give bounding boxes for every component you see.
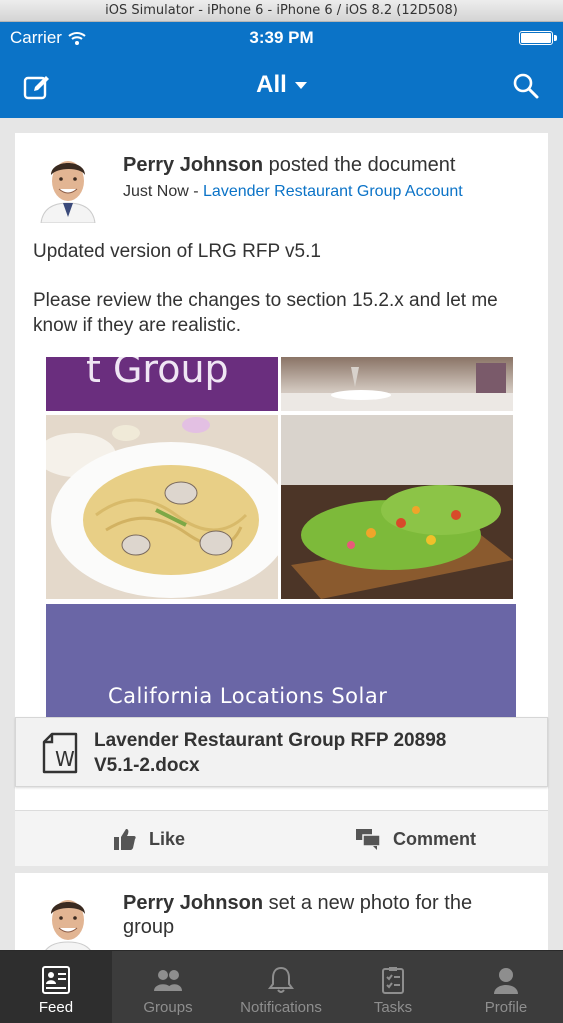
word-document-icon: W [42, 732, 78, 774]
document-preview[interactable]: t Group California Locations Solar [15, 357, 548, 717]
post-timestamp: Just Now [123, 183, 189, 200]
preview-pasta-image [46, 415, 278, 599]
like-label: Like [149, 828, 186, 849]
post-header: Perry Johnson set a new photo for the gr… [123, 891, 528, 939]
preview-header-tile: t Group [46, 357, 278, 411]
preview-header-text: t Group [86, 357, 229, 391]
preview-salad-image [281, 415, 513, 599]
preview-banner-text: California Locations Solar [108, 684, 388, 708]
post-body: Updated version of LRG RFP v5.1 Please r… [33, 239, 530, 338]
feed-icon [42, 966, 70, 994]
attachment-file[interactable]: W Lavender Restaurant Group RFP 20898 V5… [15, 717, 548, 787]
navigation-bar: All [0, 54, 563, 118]
post-body-line: Please review the changes to section 15.… [33, 290, 498, 336]
tab-label: Profile [484, 999, 528, 1016]
status-bar: Carrier 3:39 PM [0, 22, 563, 54]
post-meta: Just Now - Lavender Restaurant Group Acc… [123, 183, 528, 201]
tab-label: Notifications [240, 999, 322, 1016]
preview-table-image [281, 357, 513, 411]
post-author[interactable]: Perry Johnson [123, 154, 263, 176]
svg-text:W: W [55, 747, 75, 771]
search-icon[interactable] [511, 71, 541, 101]
profile-icon [494, 968, 518, 994]
post-action: posted the document [263, 154, 456, 176]
feed-filter-label: All [256, 71, 287, 98]
feed-filter-dropdown[interactable]: All [0, 71, 563, 99]
attachment-filename: Lavender Restaurant Group RFP 20898 V5.1… [94, 730, 447, 776]
tab-notifications[interactable]: Notifications [225, 951, 337, 1023]
tab-tasks[interactable]: Tasks [337, 951, 449, 1023]
post-headline: Perry Johnson set a new photo for the gr… [123, 891, 528, 939]
preview-banner: California Locations Solar [46, 604, 516, 717]
comment-label: Comment [393, 828, 477, 849]
tab-label: Tasks [373, 999, 413, 1016]
groups-icon [154, 970, 182, 991]
post-headline: Perry Johnson posted the document [123, 153, 528, 177]
feed-list[interactable]: Perry Johnson posted the document Just N… [0, 118, 563, 950]
chevron-down-icon [294, 82, 307, 90]
bell-icon [268, 966, 294, 993]
tab-groups[interactable]: Groups [112, 951, 224, 1023]
post-actions: Like Comment [15, 810, 548, 866]
thumbs-up-icon [114, 829, 136, 850]
tab-feed[interactable]: Feed [0, 951, 112, 1023]
tab-label: Feed [38, 999, 74, 1016]
avatar[interactable] [35, 890, 101, 950]
like-button[interactable]: Like [113, 811, 185, 867]
comment-button[interactable]: Comment [355, 811, 476, 867]
simulator-title-bar: iOS Simulator - iPhone 6 - iPhone 6 / iO… [0, 0, 563, 22]
post-context-link[interactable]: Lavender Restaurant Group Account [203, 183, 463, 200]
avatar[interactable] [35, 151, 101, 223]
feed-post: Perry Johnson set a new photo for the gr… [15, 873, 548, 950]
post-header: Perry Johnson posted the document Just N… [123, 153, 528, 201]
tab-label: Groups [143, 999, 193, 1016]
comment-icon [356, 829, 381, 850]
post-author[interactable]: Perry Johnson [123, 892, 263, 914]
status-time: 3:39 PM [249, 28, 314, 47]
tasks-icon [382, 967, 404, 994]
meta-separator: - [188, 183, 204, 200]
tab-profile[interactable]: Profile [450, 951, 562, 1023]
feed-post: Perry Johnson posted the document Just N… [15, 133, 548, 865]
simulator-title: iOS Simulator - iPhone 6 - iPhone 6 / iO… [105, 3, 458, 18]
post-body-line: Updated version of LRG RFP v5.1 [33, 241, 321, 262]
battery-icon [519, 31, 557, 45]
tab-bar: Feed Groups Notifications Tasks Profile [0, 950, 563, 1023]
